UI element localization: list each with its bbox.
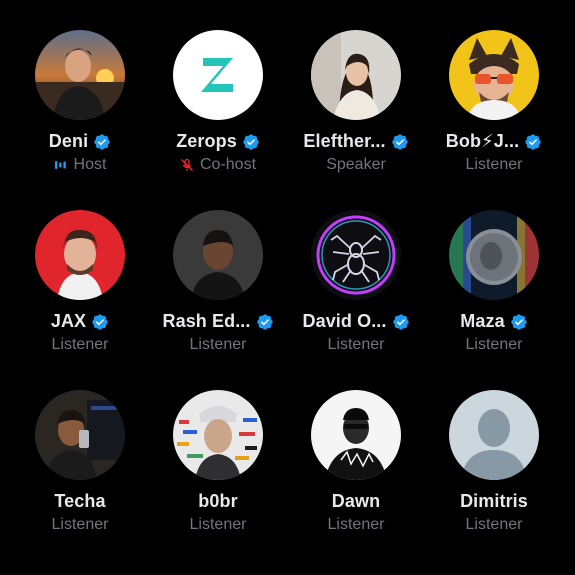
participant-role: Listener: [465, 516, 523, 533]
name-row: Elefther...: [303, 131, 408, 152]
participant-name: b0br: [198, 491, 238, 511]
participant-david[interactable]: David O... Listener: [287, 210, 425, 390]
participant-name: Elefther...: [303, 131, 386, 151]
role-row: Host: [54, 156, 107, 174]
participant-deni[interactable]: Deni Host: [11, 30, 149, 210]
participant-role: Listener: [51, 336, 109, 353]
role-row: Listener: [52, 516, 109, 534]
participant-dimitris[interactable]: Dimitris Listener: [425, 390, 563, 570]
participant-role: Host: [73, 156, 107, 173]
name-row: David O...: [302, 311, 409, 332]
avatar[interactable]: [35, 210, 125, 300]
participant-elefther[interactable]: Elefther... Speaker: [287, 30, 425, 210]
role-row: Listener: [328, 516, 385, 534]
participant-name: Dawn: [331, 491, 381, 511]
name-row: Deni: [49, 131, 111, 152]
participant-b0br[interactable]: b0br Listener: [149, 390, 287, 570]
participant-role: Listener: [465, 336, 523, 353]
role-row: Listener: [328, 336, 385, 354]
participant-name: Techa: [54, 491, 106, 511]
name-row: JAX: [51, 311, 109, 332]
avatar[interactable]: [449, 390, 539, 480]
participant-name: Dimitris: [460, 491, 528, 511]
mic-muted-icon: [180, 158, 193, 171]
participant-name: Deni: [48, 131, 89, 151]
participant-name: JAX: [50, 311, 87, 331]
role-row: Speaker: [326, 156, 386, 174]
role-row: Listener: [190, 516, 247, 534]
participant-role: Listener: [189, 336, 247, 353]
name-row: Bob⚡J...: [446, 131, 542, 152]
avatar[interactable]: [173, 210, 263, 300]
role-row: Listener: [466, 336, 523, 354]
participants-grid: Deni Host Zerops Co-host Elefther... Spe…: [11, 30, 563, 570]
name-row: Dimitris: [460, 491, 528, 512]
participant-role: Listener: [465, 156, 523, 173]
avatar[interactable]: [311, 210, 401, 300]
name-row: Maza: [460, 311, 527, 332]
avatar[interactable]: [173, 390, 263, 480]
role-row: Listener: [466, 156, 523, 174]
role-row: Listener: [190, 336, 247, 354]
participant-techa[interactable]: Techa Listener: [11, 390, 149, 570]
verified-badge-icon: [525, 133, 541, 150]
participant-bob[interactable]: Bob⚡J... Listener: [425, 30, 563, 210]
verified-badge-icon: [92, 313, 108, 330]
name-row: Zerops: [176, 131, 260, 152]
participant-role: Listener: [327, 336, 385, 353]
avatar[interactable]: [173, 30, 263, 120]
participant-rash[interactable]: Rash Ed... Listener: [149, 210, 287, 390]
default-avatar-icon: [449, 390, 539, 480]
role-row: Listener: [52, 336, 109, 354]
participant-dawn[interactable]: Dawn Listener: [287, 390, 425, 570]
participant-name: Rash Ed...: [162, 311, 251, 331]
verified-badge-icon: [94, 133, 110, 150]
participant-role: Listener: [327, 516, 385, 533]
avatar[interactable]: [311, 30, 401, 120]
participant-role: Listener: [51, 516, 109, 533]
speaking-bars-icon: [54, 161, 66, 169]
avatar[interactable]: [449, 30, 539, 120]
name-row: Rash Ed...: [162, 311, 273, 332]
participant-name: Zerops: [176, 131, 237, 151]
participant-zerops[interactable]: Zerops Co-host: [149, 30, 287, 210]
participant-role: Listener: [189, 516, 247, 533]
participant-name: Maza: [460, 311, 505, 331]
participant-name: David O...: [302, 311, 387, 331]
participant-role: Co-host: [199, 156, 257, 173]
verified-badge-icon: [243, 133, 259, 150]
verified-badge-icon: [391, 133, 408, 150]
name-row: Dawn: [332, 491, 380, 512]
participant-maza[interactable]: Maza Listener: [425, 210, 563, 390]
verified-badge-icon: [256, 313, 273, 330]
avatar[interactable]: [311, 390, 401, 480]
avatar[interactable]: [449, 210, 539, 300]
role-row: Co-host: [180, 156, 256, 174]
role-row: Listener: [466, 516, 523, 534]
participant-role: Speaker: [326, 156, 386, 173]
name-row: Techa: [54, 491, 105, 512]
verified-badge-icon: [511, 313, 527, 330]
verified-badge-icon: [392, 313, 409, 330]
participant-name: Bob⚡J...: [445, 131, 520, 151]
avatar[interactable]: [35, 390, 125, 480]
participant-jax[interactable]: JAX Listener: [11, 210, 149, 390]
avatar[interactable]: [35, 30, 125, 120]
name-row: b0br: [198, 491, 237, 512]
